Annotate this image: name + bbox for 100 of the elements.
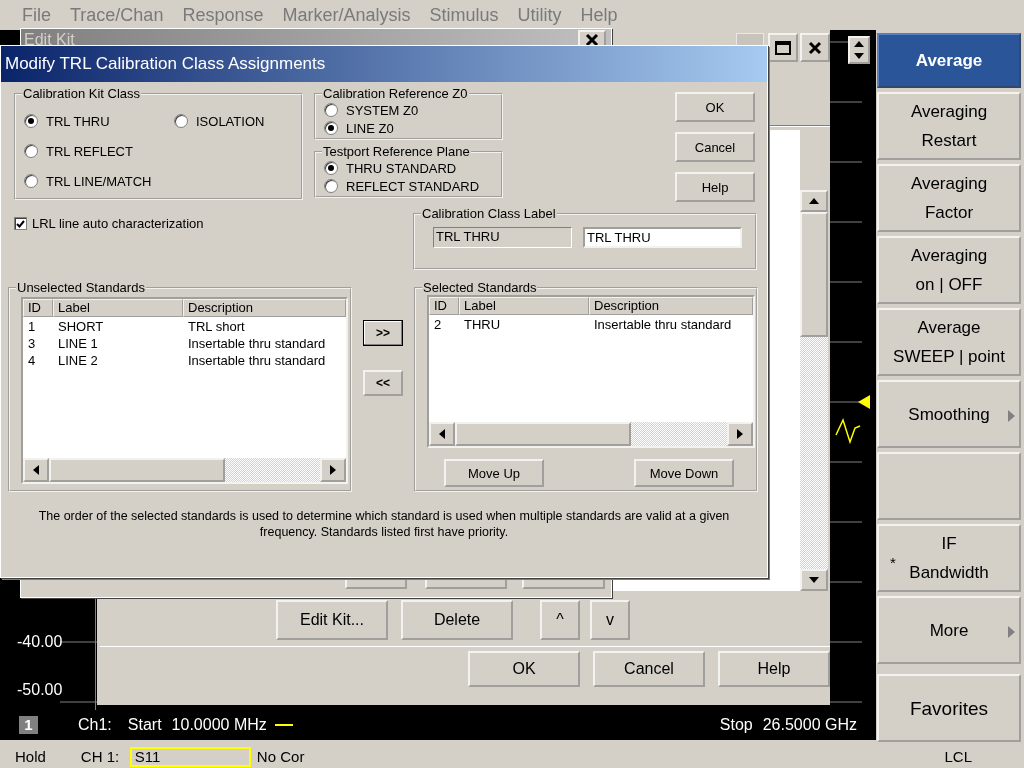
trace-line [835, 417, 861, 445]
window-title: Edit Kit [24, 31, 75, 49]
maximize-button[interactable] [768, 33, 798, 62]
scroll-right-button[interactable] [320, 458, 346, 482]
move-up-button[interactable]: Move Up [444, 459, 544, 487]
radio-label: THRU STANDARD [346, 160, 457, 176]
table-cell-text: TRL short [187, 318, 246, 335]
down-arrow-icon [854, 53, 864, 59]
scroll-left-button[interactable] [23, 458, 49, 482]
radio-button[interactable] [324, 103, 338, 117]
softkey[interactable]: * IF Bandwidth [877, 524, 1021, 592]
scrollbar-thumb[interactable] [49, 458, 225, 482]
column-header[interactable]: Description [589, 297, 753, 315]
axis-label: -40.00 [17, 633, 63, 651]
radio-button[interactable] [24, 114, 38, 128]
parameter-field: S11 [129, 746, 251, 767]
column-header[interactable]: Description [183, 299, 346, 317]
radio-button[interactable] [324, 161, 338, 175]
check-icon [16, 219, 25, 228]
add-button[interactable]: >> [363, 320, 403, 346]
scroll-up-button[interactable] [800, 190, 828, 212]
radio-button[interactable] [324, 121, 338, 135]
group-label: Unselected Standards [16, 280, 146, 295]
spin-control[interactable] [848, 36, 870, 64]
softkey-label: More [929, 619, 969, 642]
radio-button[interactable] [24, 144, 38, 158]
close-icon [808, 40, 822, 55]
table-cell-text: 3 [27, 335, 37, 352]
dialog-button[interactable]: Help [675, 172, 755, 202]
action-button[interactable]: v [590, 600, 630, 640]
status-text: No Cor [256, 748, 305, 765]
softkey-label: Averaging on | OFF [910, 245, 988, 296]
channel-badge: 1 [19, 716, 38, 734]
column-header[interactable]: ID [23, 299, 53, 317]
softkey[interactable]: Averaging Factor [877, 164, 1021, 232]
scroll-left-button[interactable] [429, 422, 455, 446]
scrollbar-thumb[interactable] [800, 212, 828, 337]
table-cell-text: Insertable thru standard [593, 316, 733, 333]
remove-button[interactable]: << [363, 370, 403, 396]
radio-button[interactable] [174, 114, 188, 128]
table-cell-text: Insertable thru standard [187, 335, 327, 352]
action-button[interactable]: ^ [540, 600, 580, 640]
table-cell-text: 2 [433, 316, 443, 333]
radio-label: TRL REFLECT [46, 143, 133, 159]
softkey[interactable]: Averaging Restart [877, 92, 1021, 160]
radio-button[interactable] [324, 179, 338, 193]
softkey-label: Favorites [909, 696, 989, 721]
scroll-right-button[interactable] [727, 422, 753, 446]
left-arrow-icon [439, 429, 445, 439]
right-arrow-icon [1008, 410, 1015, 422]
softkey-label: IF Bandwidth [909, 533, 989, 584]
action-button[interactable]: Delete [401, 600, 513, 640]
status-text: Hold [15, 748, 46, 765]
right-arrow-icon [1008, 626, 1015, 638]
right-arrow-icon [737, 429, 743, 439]
table-cell-text: 1 [27, 318, 37, 335]
checkbox[interactable] [14, 217, 27, 230]
horizontal-scrollbar[interactable] [429, 422, 753, 446]
column-header[interactable]: ID [429, 297, 459, 315]
maximize-icon [775, 40, 791, 55]
marker-label: * [890, 554, 896, 571]
scrollbar-thumb[interactable] [455, 422, 631, 446]
channel-label: Ch1: [78, 716, 112, 734]
radio-button[interactable] [24, 174, 38, 188]
note-text: The order of the selected standards is used to determine which standard is used when multiple standards are valid at a given frequency. Standards listed first have priority. [37, 508, 731, 540]
scroll-down-button[interactable] [800, 569, 828, 591]
horizontal-scrollbar[interactable] [23, 458, 346, 482]
radio-label: REFLECT STANDARD [346, 178, 480, 194]
softkey[interactable]: Favorites [877, 674, 1021, 742]
text-field[interactable]: TRL THRU [583, 227, 742, 248]
dialog-button[interactable]: Help [718, 651, 830, 687]
dialog-button[interactable]: Cancel [593, 651, 705, 687]
action-button[interactable]: Edit Kit... [276, 600, 388, 640]
down-arrow-icon [809, 577, 819, 583]
table-cell-text: THRU [463, 316, 502, 333]
close-button[interactable] [800, 33, 830, 62]
group-label: Calibration Reference Z0 [322, 86, 469, 101]
group-label: Selected Standards [422, 280, 538, 295]
softkey-label: Average [915, 50, 983, 72]
status-text: CH 1: [80, 748, 121, 765]
group-label: Calibration Kit Class [22, 86, 142, 101]
group-label: Testport Reference Plane [322, 144, 471, 159]
vertical-scrollbar[interactable] [800, 190, 828, 591]
window-title: Modify TRL Calibration Class Assignments [5, 54, 326, 74]
table-cell-text: Insertable thru standard [187, 352, 327, 369]
softkey[interactable]: Averaging on | OFF [877, 236, 1021, 304]
status-text: LCL [944, 748, 972, 765]
up-arrow-icon [809, 198, 819, 204]
softkey[interactable]: Average SWEEP | point [877, 308, 1021, 376]
dialog-button[interactable]: OK [675, 92, 755, 122]
softkey[interactable]: More [877, 596, 1021, 664]
move-down-button[interactable]: Move Down [634, 459, 734, 487]
softkey[interactable]: Smoothing [877, 380, 1021, 448]
dialog-button[interactable]: Cancel [675, 132, 755, 162]
softkey-label: Averaging Restart [910, 101, 988, 152]
dialog-button[interactable]: OK [468, 651, 580, 687]
softkey[interactable]: Average [877, 33, 1021, 88]
column-header[interactable]: Label [459, 297, 589, 315]
column-header[interactable]: Label [53, 299, 183, 317]
close-icon [585, 33, 599, 47]
